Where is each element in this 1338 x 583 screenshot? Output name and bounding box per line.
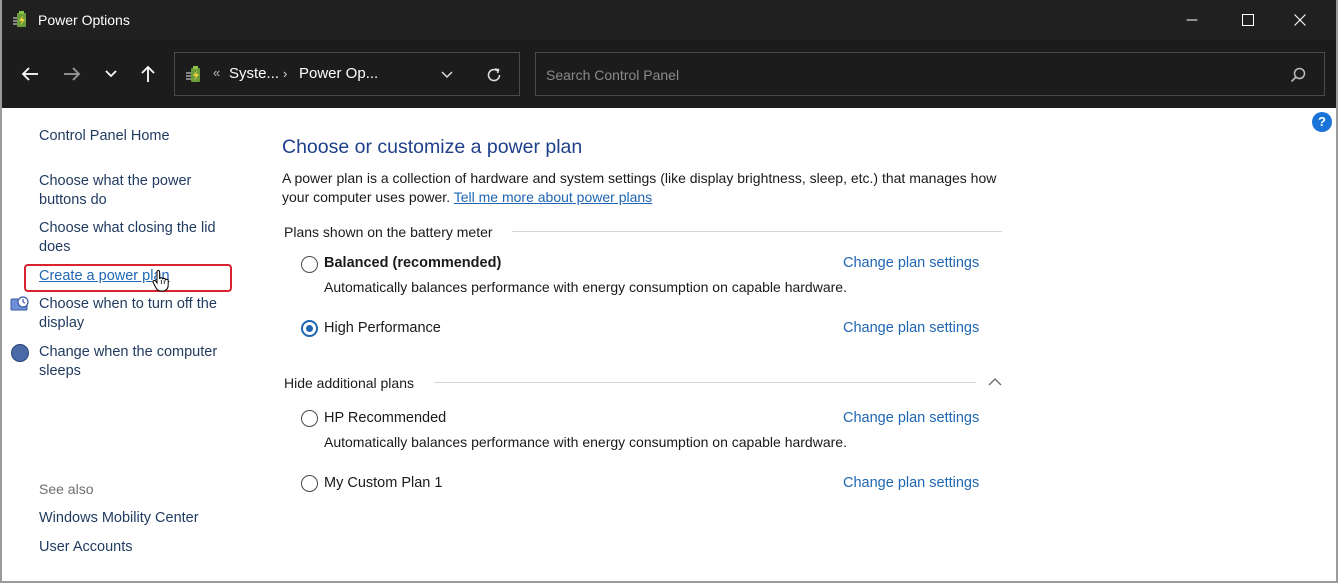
plan-description-hp-recommended: Automatically balances performance with … <box>324 434 847 450</box>
windows-mobility-center-link[interactable]: Windows Mobility Center <box>39 510 199 526</box>
forward-button[interactable] <box>58 62 86 86</box>
maximize-button[interactable] <box>1222 0 1274 40</box>
arrow-up-icon <box>141 65 155 82</box>
left-pane: Control Panel Home Choose what the power… <box>2 108 248 581</box>
user-accounts-link[interactable]: User Accounts <box>39 539 133 555</box>
power-buttons-link[interactable]: Choose what the power buttons do <box>39 172 239 210</box>
arrow-left-icon <box>21 67 38 81</box>
refresh-button[interactable] <box>483 64 505 86</box>
up-button[interactable] <box>134 62 162 86</box>
breadcrumb-power-options[interactable]: Power Op... <box>299 65 378 82</box>
battery-meter-section-header: Plans shown on the battery meter <box>284 224 493 240</box>
search-box[interactable] <box>535 52 1325 96</box>
recent-locations-button[interactable] <box>97 62 125 86</box>
search-input[interactable] <box>546 65 1246 85</box>
plan-radio-high-performance[interactable] <box>301 320 318 337</box>
breadcrumb-overflow[interactable]: « <box>213 65 220 80</box>
power-options-window: Power Options « Syste... › Power Op... S… <box>2 0 1336 581</box>
closing-lid-link[interactable]: Choose what closing the lid does <box>39 219 239 257</box>
maximize-icon <box>1242 14 1254 26</box>
minimize-icon <box>1186 19 1198 21</box>
section-divider <box>434 382 976 383</box>
back-button[interactable] <box>16 62 44 86</box>
change-plan-settings-balanced[interactable]: Change plan settings <box>843 255 979 271</box>
control-panel-home-link[interactable]: Control Panel Home <box>39 127 239 146</box>
address-dropdown-button[interactable] <box>437 66 457 84</box>
page-title: Choose or customize a power plan <box>282 136 583 158</box>
chevron-down-icon <box>441 71 453 79</box>
minimize-button[interactable] <box>1166 0 1218 40</box>
plan-radio-my-custom-plan-1[interactable] <box>301 475 318 492</box>
window-title: Power Options <box>38 12 130 28</box>
close-button[interactable] <box>1274 0 1326 40</box>
page-description: A power plan is a collection of hardware… <box>282 169 1022 207</box>
collapse-button[interactable] <box>986 374 1004 388</box>
plan-name-high-performance[interactable]: High Performance <box>324 320 441 336</box>
power-options-icon <box>13 11 26 27</box>
plan-radio-hp-recommended[interactable] <box>301 410 318 427</box>
navigation-bar: « Syste... › Power Op... <box>2 40 1336 108</box>
computer-sleeps-link[interactable]: Change when the computer sleeps <box>39 343 239 381</box>
plan-name-my-custom-plan-1[interactable]: My Custom Plan 1 <box>324 475 442 491</box>
moon-icon <box>11 344 29 362</box>
title-bar: Power Options <box>2 0 1336 40</box>
plan-name-hp-recommended[interactable]: HP Recommended <box>324 410 446 426</box>
tell-me-more-link[interactable]: Tell me more about power plans <box>454 189 652 205</box>
plan-name-balanced[interactable]: Balanced (recommended) <box>324 255 501 271</box>
create-power-plan-link[interactable]: Create a power plan <box>39 267 239 286</box>
breadcrumb-separator[interactable]: › <box>283 66 287 81</box>
close-icon <box>1294 14 1306 26</box>
search-icon <box>1290 67 1306 83</box>
chevron-down-icon <box>105 70 117 78</box>
chevron-up-icon <box>988 377 1002 385</box>
plan-description-balanced: Automatically balances performance with … <box>324 279 847 295</box>
change-plan-settings-hp-recommended[interactable]: Change plan settings <box>843 410 979 426</box>
display-clock-icon <box>10 296 29 311</box>
see-also-label: See also <box>39 481 94 497</box>
refresh-icon <box>487 68 501 82</box>
plan-radio-balanced[interactable] <box>301 256 318 273</box>
main-content: Choose or customize a power plan A power… <box>248 108 1336 581</box>
breadcrumb-system[interactable]: Syste... <box>229 65 279 82</box>
change-plan-settings-my-custom-plan-1[interactable]: Change plan settings <box>843 475 979 491</box>
power-options-icon <box>186 66 200 82</box>
hand-cursor-icon <box>152 270 169 292</box>
section-divider <box>512 231 1002 232</box>
help-button[interactable]: ? <box>1312 112 1332 132</box>
arrow-right-icon <box>64 67 81 81</box>
turn-off-display-link[interactable]: Choose when to turn off the display <box>39 295 239 333</box>
address-bar[interactable]: « Syste... › Power Op... <box>174 52 520 96</box>
hide-additional-plans-header[interactable]: Hide additional plans <box>284 375 414 391</box>
search-button[interactable] <box>1288 65 1308 85</box>
change-plan-settings-high-performance[interactable]: Change plan settings <box>843 320 979 336</box>
